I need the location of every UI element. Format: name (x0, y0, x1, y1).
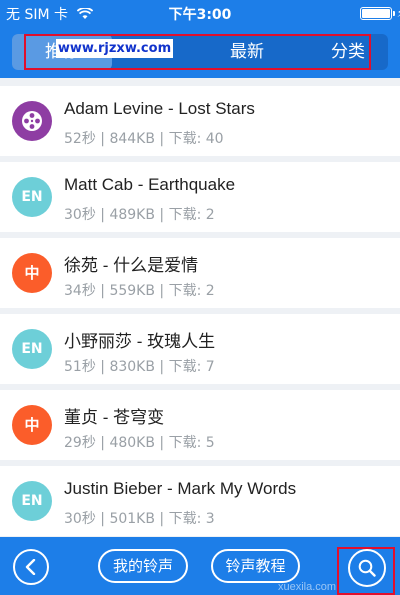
ringtone-downloads: 下载: 3 (168, 511, 215, 527)
chevron-left-icon (25, 559, 36, 575)
ringtone-title: Adam Levine - Lost Stars (64, 99, 255, 118)
ringtone-title: 徐苑 - 什么是爱情 (64, 256, 199, 275)
ringtone-duration: 30秒 (64, 511, 96, 527)
list-item[interactable]: EN Matt Cab - Earthquake 30秒 | 489KB | 下… (0, 162, 400, 232)
ringtone-title: 董贞 - 苍穹变 (64, 408, 165, 427)
ringtone-size: 830KB (109, 359, 155, 375)
ringtone-downloads: 下载: 2 (168, 283, 215, 299)
ringtone-meta: 52秒 | 844KB | 下载: 40 (64, 131, 224, 147)
search-icon (358, 559, 376, 577)
ringtone-downloads: 下载: 40 (168, 131, 224, 147)
ringtone-title: 小野丽莎 - 玫瑰人生 (64, 332, 216, 351)
top-tab-bar: 推荐 最新 分类 www.rjzxw.com (0, 26, 400, 78)
language-badge: 中 (12, 405, 52, 445)
ringtone-meta: 30秒 | 489KB | 下载: 2 (64, 207, 215, 223)
ringtone-downloads: 下载: 5 (168, 435, 215, 451)
list-item[interactable]: Adam Levine - Lost Stars 52秒 | 844KB | 下… (0, 86, 400, 156)
ringtone-downloads: 下载: 2 (168, 207, 215, 223)
status-bar: 无 SIM 卡 下午3:00 ⚡ (0, 0, 400, 26)
ringtone-size: 480KB (109, 435, 155, 451)
ringtone-size: 844KB (109, 131, 155, 147)
film-reel-icon (12, 101, 52, 141)
ringtone-size: 559KB (109, 283, 155, 299)
ringtone-duration: 34秒 (64, 283, 96, 299)
site-watermark: xuexila.com (278, 581, 337, 593)
back-button[interactable] (13, 549, 49, 585)
ringtone-duration: 52秒 (64, 131, 96, 147)
ringtone-meta: 30秒 | 501KB | 下载: 3 (64, 511, 215, 527)
list-item[interactable]: 中 徐苑 - 什么是爱情 34秒 | 559KB | 下载: 2 (0, 238, 400, 308)
ringtone-meta: 51秒 | 830KB | 下载: 7 (64, 359, 215, 375)
list-item[interactable]: EN Justin Bieber - Mark My Words 30秒 | 5… (0, 466, 400, 536)
ringtone-duration: 51秒 (64, 359, 96, 375)
search-button[interactable] (348, 549, 386, 587)
language-badge: EN (12, 329, 52, 369)
ringtone-size: 489KB (109, 207, 155, 223)
charging-icon: ⚡ (397, 6, 400, 20)
tab-category[interactable]: 分类 (308, 34, 388, 70)
ringtone-title: Justin Bieber - Mark My Words (64, 479, 297, 498)
language-badge: EN (12, 481, 52, 521)
ringtone-duration: 29秒 (64, 435, 96, 451)
my-ringtones-button[interactable]: 我的铃声 (98, 549, 188, 583)
status-time: 下午3:00 (168, 7, 232, 23)
ringtone-downloads: 下载: 7 (168, 359, 215, 375)
ringtone-title: Matt Cab - Earthquake (64, 175, 236, 194)
bottom-toolbar: 我的铃声 铃声教程 (0, 537, 400, 595)
ringtone-meta: 34秒 | 559KB | 下载: 2 (64, 283, 215, 299)
ringtone-size: 501KB (109, 511, 155, 527)
language-badge: EN (12, 177, 52, 217)
list-item[interactable]: EN 小野丽莎 - 玫瑰人生 51秒 | 830KB | 下载: 7 (0, 314, 400, 384)
ringtone-tutorial-button[interactable]: 铃声教程 (211, 549, 300, 583)
watermark-url: www.rjzxw.com (56, 39, 173, 58)
ringtone-meta: 29秒 | 480KB | 下载: 5 (64, 435, 215, 451)
ringtone-duration: 30秒 (64, 207, 96, 223)
list-item[interactable]: 中 董贞 - 苍穹变 29秒 | 480KB | 下载: 5 (0, 390, 400, 460)
battery-icon: ⚡ (360, 6, 400, 20)
tab-latest[interactable]: 最新 (202, 34, 292, 70)
language-badge: 中 (12, 253, 52, 293)
